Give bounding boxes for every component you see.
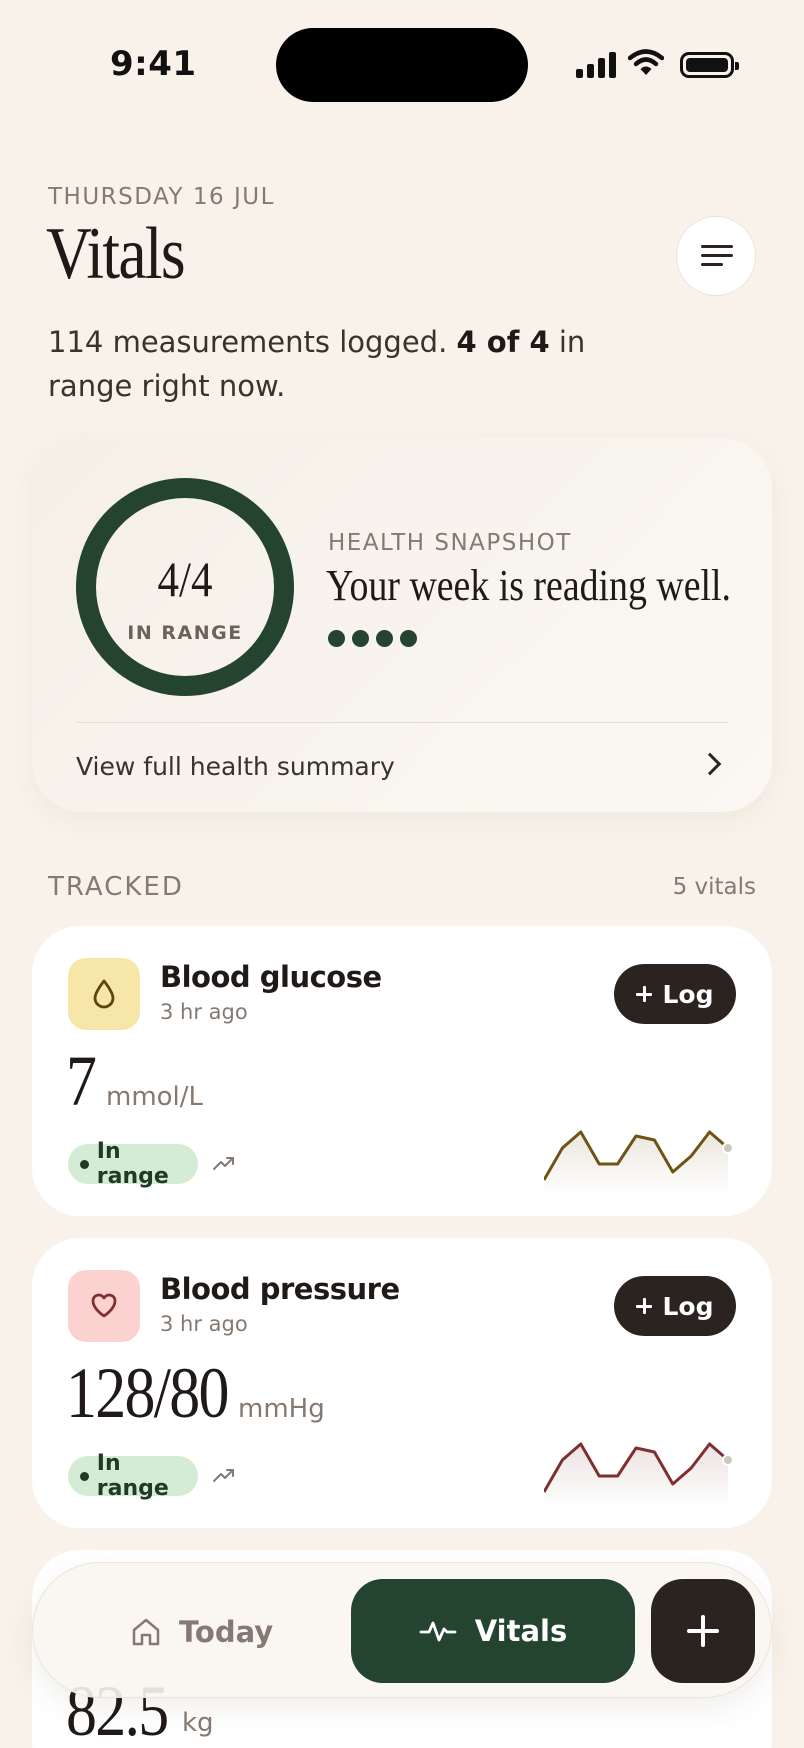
status-label: In range xyxy=(96,1139,169,1189)
snapshot-headline: Your week is reading well. xyxy=(326,561,731,610)
vital-value: 7 xyxy=(66,1041,97,1121)
pressure-sparkline xyxy=(544,1442,734,1508)
nav-tab-today[interactable]: Today xyxy=(129,1605,273,1659)
vital-name: Blood glucose xyxy=(160,960,382,994)
date-label: THURSDAY 16 JUL xyxy=(48,184,275,210)
ring-value: 4/4 xyxy=(157,551,213,607)
measurements-summary: 114 measurements logged. 4 of 4 in range… xyxy=(48,325,586,403)
battery-icon xyxy=(680,52,739,78)
pressure-icon-tile xyxy=(68,1270,140,1342)
log-glucose-button[interactable]: Log xyxy=(614,964,736,1024)
vital-unit: mmol/L xyxy=(106,1082,204,1112)
weight-unit: kg xyxy=(182,1708,214,1738)
glucose-sparkline xyxy=(544,1130,734,1196)
status-dot xyxy=(400,630,417,647)
chevron-right-icon xyxy=(698,752,722,776)
log-label: Log xyxy=(662,979,714,1009)
status-dot xyxy=(80,1159,89,1169)
log-pressure-button[interactable]: Log xyxy=(614,1276,736,1336)
nav-vitals-label: Vitals xyxy=(474,1614,568,1648)
snapshot-label: HEALTH SNAPSHOT xyxy=(328,530,572,556)
tracked-count: 5 vitals xyxy=(672,874,756,900)
plus-icon xyxy=(636,1298,653,1314)
vital-time: 3 hr ago xyxy=(160,1312,248,1336)
sparkline-point xyxy=(722,1142,734,1154)
status-time: 9:41 xyxy=(110,44,197,84)
status-badge: In range xyxy=(68,1451,198,1501)
status-dot xyxy=(376,630,393,647)
sparkline-point xyxy=(722,1454,734,1466)
in-range-ring: 4/4 IN RANGE xyxy=(76,478,294,696)
dynamic-island xyxy=(276,28,528,102)
vital-card-blood-pressure[interactable]: Blood pressure 3 hr ago Log 128/80 mmHg … xyxy=(32,1238,772,1528)
drop-icon xyxy=(93,979,115,1009)
summary-link-label: View full health summary xyxy=(76,752,395,781)
status-dots xyxy=(328,630,417,647)
status-dot xyxy=(328,630,345,647)
vital-value: 128/80 xyxy=(66,1353,229,1433)
health-snapshot-card: 4/4 IN RANGE HEALTH SNAPSHOT Your week i… xyxy=(32,438,772,812)
nav-tab-vitals[interactable]: Vitals xyxy=(351,1579,635,1683)
trend-up-icon xyxy=(213,1469,234,1482)
vital-name: Blood pressure xyxy=(160,1272,400,1306)
nav-today-label: Today xyxy=(179,1615,274,1649)
status-dot xyxy=(352,630,369,647)
log-label: Log xyxy=(662,1291,714,1321)
vital-time: 3 hr ago xyxy=(160,1000,248,1024)
status-badge: In range xyxy=(68,1139,198,1189)
bottom-navigation: Today Vitals xyxy=(32,1562,772,1698)
card-divider xyxy=(76,722,728,723)
menu-button[interactable] xyxy=(676,216,756,296)
heart-icon xyxy=(91,1293,117,1318)
cellular-signal-icon xyxy=(576,52,618,78)
vital-card-blood-glucose[interactable]: Blood glucose 3 hr ago Log 7 mmol/L In r… xyxy=(32,926,772,1216)
status-dot xyxy=(80,1471,89,1481)
add-measurement-button[interactable] xyxy=(651,1579,755,1683)
wifi-icon xyxy=(628,49,664,75)
view-health-summary-link[interactable]: View full health summary xyxy=(76,724,728,812)
tracked-section-label: TRACKED xyxy=(48,872,184,902)
trend-up-icon xyxy=(213,1157,234,1170)
ring-label: IN RANGE xyxy=(127,622,243,644)
vital-unit: mmHg xyxy=(238,1394,325,1424)
page-title: Vitals xyxy=(46,213,186,295)
home-icon xyxy=(132,1618,160,1646)
status-label: In range xyxy=(96,1451,169,1501)
pulse-icon xyxy=(419,1621,457,1642)
status-bar: 9:41 xyxy=(0,0,804,130)
plus-icon xyxy=(636,986,653,1002)
glucose-icon-tile xyxy=(68,958,140,1030)
